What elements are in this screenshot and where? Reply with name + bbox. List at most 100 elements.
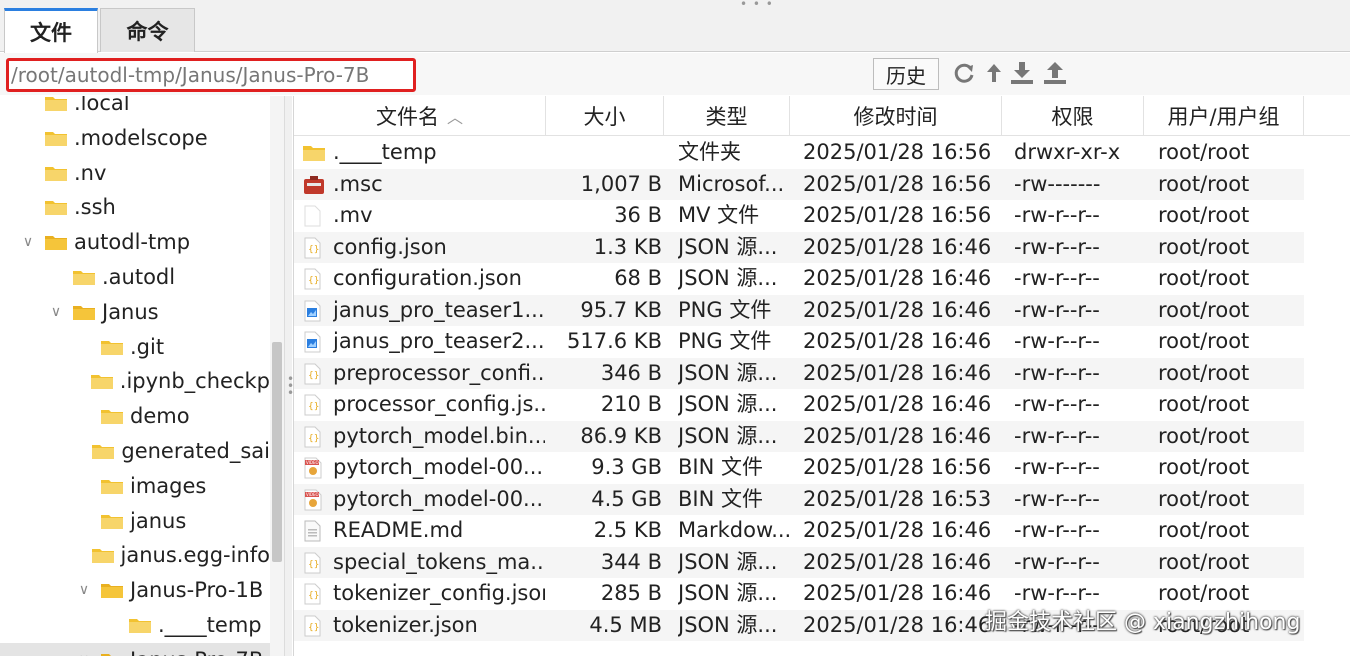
file-name-cell: README.md (333, 518, 464, 542)
file-name-cell: special_tokens_ma... (333, 549, 545, 574)
scrollbar-thumb[interactable] (272, 342, 282, 562)
tree-item[interactable]: janus.egg-info (0, 538, 270, 572)
file-name-cell: pytorch_model-00... (333, 486, 544, 511)
folder-icon (100, 338, 130, 356)
folder-icon (91, 442, 121, 460)
text-file-icon (302, 519, 328, 543)
file-name-cell: pytorch_model-00... (333, 455, 544, 479)
owner-cell: root/root (1158, 329, 1250, 353)
table-row[interactable]: {} processor_config.js... 210 B JSON 源... 20… (294, 389, 1304, 420)
file-size-cell: 36 B (614, 203, 662, 227)
column-header-permissions[interactable]: 权限 (1002, 96, 1144, 136)
column-header-owner[interactable]: 用户/用户组 (1144, 96, 1304, 136)
modified-time-cell: 2025/01/28 16:53 (803, 486, 992, 511)
folder-icon (44, 198, 74, 216)
folder-icon (128, 616, 158, 634)
pane-splitter[interactable]: • • • (284, 96, 294, 656)
tree-item[interactable]: ∨ Janus (0, 295, 270, 329)
file-type-cell: JSON 源... (678, 234, 778, 259)
json-file-icon: {} (302, 551, 328, 575)
table-row[interactable]: .msc 1,007 B Microsof... 2025/01/28 16:56 -r… (294, 168, 1304, 200)
tree-item[interactable]: images (0, 469, 270, 503)
column-header-name[interactable]: 文件名 ︿ (294, 96, 546, 136)
table-row[interactable]: VIDEO pytorch_model-00... 4.5 GB BIN 文件 2025… (294, 483, 1304, 515)
tree-item[interactable]: .local (0, 96, 270, 120)
svg-text:{}: {} (308, 591, 319, 601)
tree-item[interactable]: .ssh (0, 190, 270, 224)
permissions-cell: -rw-r--r-- (1014, 486, 1100, 511)
file-type-cell: Markdow... (678, 518, 790, 542)
file-name-cell: .msc (333, 171, 383, 196)
table-row[interactable]: {} config.json 1.3 KB JSON 源... 2025/01/28 1… (294, 231, 1304, 263)
chevron-down-icon[interactable]: ∨ (76, 582, 92, 598)
folder-icon (100, 477, 130, 495)
tree-item[interactable]: .nv (0, 156, 270, 190)
table-row[interactable]: README.md 2.5 KB Markdow... 2025/01/28 16:4… (294, 515, 1304, 546)
column-header-type[interactable]: 类型 (664, 96, 790, 136)
table-row[interactable]: VIDEO pytorch_model-00... 9.3 GB BIN 文件 2025… (294, 452, 1304, 483)
upload-icon[interactable] (1041, 59, 1069, 87)
tab-files[interactable]: 文件 (4, 8, 98, 53)
permissions-cell: -rw-r--r-- (1014, 234, 1100, 259)
folder-icon (90, 372, 120, 390)
owner-cell: root/root (1158, 203, 1250, 227)
chevron-down-icon[interactable]: ∨ (20, 234, 36, 250)
download-icon[interactable] (1008, 59, 1036, 87)
file-name-cell: preprocessor_confi... (333, 360, 545, 385)
tree-item-label: images (130, 473, 207, 498)
json-file-icon: {} (302, 362, 328, 386)
folder-icon (100, 407, 130, 425)
tree-item[interactable]: .autodl (0, 260, 270, 294)
tab-commands[interactable]: 命令 (100, 8, 195, 52)
file-type-cell: PNG 文件 (678, 329, 772, 353)
table-row[interactable]: {} pytorch_model.bin.... 86.9 KB JSON 源... 2… (294, 420, 1304, 452)
tree-scrollbar[interactable] (270, 96, 284, 656)
tree-item[interactable]: .ipynb_checkp (0, 364, 270, 398)
permissions-cell: -rw-r--r-- (1014, 297, 1100, 322)
tree-item-label: .ssh (74, 195, 116, 220)
chevron-down-icon[interactable]: ∨ (76, 652, 92, 656)
file-name-cell: .mv (333, 203, 373, 227)
tree-item[interactable]: ∨ Janus-Pro-1B (0, 573, 270, 607)
table-row[interactable]: janus_pro_teaser1.... 95.7 KB PNG 文件 2025/0… (294, 294, 1304, 326)
table-row[interactable]: {} configuration.json 68 B JSON 源... 2025/01… (294, 263, 1304, 294)
table-row[interactable]: janus_pro_teaser2.... 517.6 KB PNG 文件 2025/… (294, 326, 1304, 357)
tree-item[interactable]: generated_sai (0, 434, 270, 468)
table-header: 文件名 ︿ 大小 类型 修改时间 权限 用户/用户组 (294, 96, 1350, 136)
permissions-cell: -rw-r--r-- (1014, 423, 1100, 448)
table-row[interactable]: .mv 36 B MV 文件 2025/01/28 16:56 -rw-r--r-- ro… (294, 200, 1304, 231)
blank-file-icon (302, 204, 328, 228)
tree-item[interactable]: ∨ autodl-tmp (0, 225, 270, 259)
file-type-cell: JSON 源... (678, 581, 778, 605)
table-row[interactable]: {} special_tokens_ma... 344 B JSON 源... 2025… (294, 546, 1304, 578)
column-header-size[interactable]: 大小 (546, 96, 664, 136)
msc-file-icon (302, 173, 328, 197)
column-header-mtime[interactable]: 修改时间 (790, 96, 1002, 136)
file-size-cell: 1,007 B (580, 171, 662, 196)
table-row[interactable]: {} preprocessor_confi... 346 B JSON 源... 202… (294, 357, 1304, 389)
table-row[interactable]: .____temp 文件夹 2025/01/28 16:56 drwxr-xr-x ro… (294, 137, 1304, 168)
up-arrow-icon[interactable] (980, 59, 1008, 87)
file-size-cell: 86.9 KB (580, 423, 662, 448)
modified-time-cell: 2025/01/28 16:46 (803, 518, 992, 542)
history-button[interactable]: 历史 (873, 58, 939, 90)
tree-item[interactable]: .modelscope (0, 121, 270, 155)
tree-item[interactable]: demo (0, 399, 270, 433)
file-name-cell: tokenizer_config.json (333, 581, 545, 605)
modified-time-cell: 2025/01/28 16:46 (803, 234, 992, 259)
tree-item[interactable]: .git (0, 330, 270, 364)
refresh-icon[interactable] (950, 59, 978, 87)
tree-item[interactable]: ∨ Janus-Pro-7B (0, 642, 270, 656)
file-type-cell: JSON 源... (678, 612, 778, 637)
file-size-cell: 1.3 KB (593, 234, 662, 259)
permissions-cell: -rw-r--r-- (1014, 392, 1100, 416)
drag-grip[interactable]: • • • (740, 0, 774, 10)
file-size-cell: 68 B (614, 266, 662, 290)
tree-item[interactable]: janus (0, 504, 270, 538)
tree-item[interactable]: .____temp (0, 608, 270, 642)
permissions-cell: -rw-r--r-- (1014, 455, 1100, 479)
owner-cell: root/root (1158, 518, 1250, 542)
path-input[interactable]: /root/autodl-tmp/Janus/Janus-Pro-7B (6, 58, 416, 92)
chevron-down-icon[interactable]: ∨ (48, 304, 64, 320)
file-size-cell: 210 B (600, 392, 662, 416)
